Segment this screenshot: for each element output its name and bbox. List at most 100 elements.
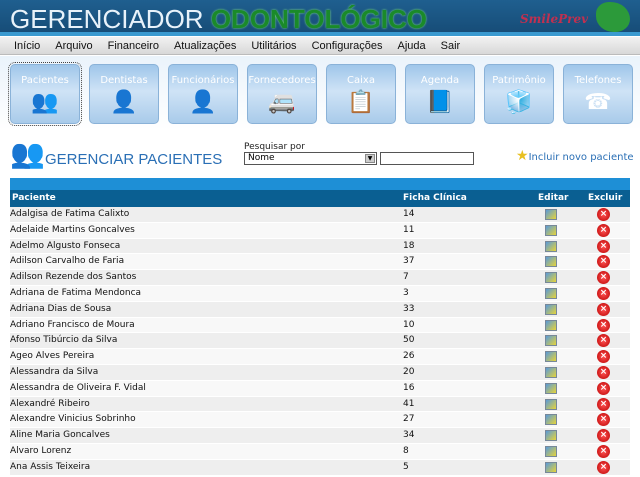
tile-caixa[interactable]: Caixa 📋 bbox=[326, 64, 396, 124]
menu-item-1[interactable]: Arquivo bbox=[55, 37, 92, 54]
delete-icon[interactable]: × bbox=[597, 334, 610, 348]
menu-item-4[interactable]: Utilitários bbox=[251, 37, 296, 54]
patient-name[interactable]: Adriana Dias de Sousa bbox=[10, 302, 111, 318]
delete-icon[interactable]: × bbox=[597, 350, 610, 364]
table-row: Alexandré Ribeiro 41 × bbox=[10, 396, 630, 413]
delete-icon[interactable]: × bbox=[597, 365, 610, 379]
delete-icon[interactable]: × bbox=[597, 413, 610, 427]
patient-name[interactable]: Adriana de Fatima Mendonca bbox=[10, 286, 141, 302]
tile-icon: 🚐 bbox=[268, 90, 296, 115]
patient-name[interactable]: Afonso Tibúrcio da Silva bbox=[10, 333, 117, 349]
patient-name[interactable]: Adalgisa de Fatima Calixto bbox=[10, 207, 129, 223]
delete-icon[interactable]: × bbox=[597, 255, 610, 269]
ficha-number: 7 bbox=[403, 272, 409, 283]
menu-item-3[interactable]: Atualizações bbox=[174, 37, 236, 54]
edit-icon[interactable] bbox=[545, 240, 557, 252]
tile-dentistas[interactable]: Dentistas 👤 bbox=[89, 64, 159, 124]
patient-name[interactable]: Aline Maria Goncalves bbox=[10, 428, 110, 444]
edit-icon[interactable] bbox=[545, 303, 557, 315]
delete-icon[interactable]: × bbox=[597, 302, 610, 316]
search-field-select[interactable]: Nome ▼ bbox=[244, 152, 377, 165]
table-row: Adriana Dias de Sousa 33 × bbox=[10, 301, 630, 318]
patient-name[interactable]: Ana Assis Teixeira bbox=[10, 460, 90, 476]
patient-name[interactable]: Adelaide Martins Goncalves bbox=[10, 223, 135, 239]
delete-icon[interactable]: × bbox=[597, 460, 610, 474]
table-row: Afonso Tibúrcio da Silva 50 × bbox=[10, 333, 630, 350]
delete-icon[interactable]: × bbox=[597, 397, 610, 411]
ficha-number: 16 bbox=[403, 382, 415, 393]
ficha-number: 5 bbox=[403, 461, 409, 472]
ficha-number: 3 bbox=[403, 287, 409, 298]
add-patient-link[interactable]: ★Incluir novo paciente bbox=[516, 148, 634, 164]
edit-icon[interactable] bbox=[545, 256, 557, 268]
header-editar: Editar bbox=[538, 193, 569, 203]
table-row: Aline Maria Goncalves 34 × bbox=[10, 428, 630, 444]
tile-fornecedores[interactable]: Fornecedores 🚐 bbox=[247, 64, 317, 124]
table-row: Alexandre Vinicius Sobrinho 27 × bbox=[10, 412, 630, 429]
menu-item-6[interactable]: Ajuda bbox=[398, 37, 426, 54]
delete-icon[interactable]: × bbox=[597, 239, 610, 253]
patient-name[interactable]: Alexandre Vinicius Sobrinho bbox=[10, 412, 136, 428]
edit-icon[interactable] bbox=[545, 414, 557, 426]
patient-name[interactable]: Adilson Carvalho de Faria bbox=[10, 254, 124, 270]
edit-icon[interactable] bbox=[545, 272, 557, 284]
table-row: Adilson Carvalho de Faria 37 × bbox=[10, 254, 630, 271]
tile-patrimônio[interactable]: Patrimônio 🧊 bbox=[484, 64, 554, 124]
tile-label: Caixa bbox=[347, 75, 375, 86]
menu-item-7[interactable]: Sair bbox=[441, 37, 461, 54]
menu-item-2[interactable]: Financeiro bbox=[108, 37, 159, 54]
chevron-down-icon[interactable]: ▼ bbox=[365, 154, 375, 163]
table-row: Ageo Alves Pereira 26 × bbox=[10, 349, 630, 365]
table-header: Paciente Ficha Clínica Editar Excluir bbox=[10, 190, 630, 207]
delete-icon[interactable]: × bbox=[597, 444, 610, 458]
table-row: Adriana de Fatima Mendonca 3 × bbox=[10, 285, 630, 302]
edit-icon[interactable] bbox=[545, 445, 557, 457]
header-ficha[interactable]: Ficha Clínica bbox=[403, 190, 467, 207]
table-row: Adilson Rezende dos Santos 7 × bbox=[10, 270, 630, 286]
delete-icon[interactable]: × bbox=[597, 286, 610, 300]
edit-icon[interactable] bbox=[545, 319, 557, 331]
edit-icon[interactable] bbox=[545, 224, 557, 236]
tile-pacientes[interactable]: Pacientes 👥 bbox=[8, 62, 82, 126]
header-excluir: Excluir bbox=[588, 193, 623, 203]
edit-icon[interactable] bbox=[545, 382, 557, 394]
delete-icon[interactable]: × bbox=[597, 223, 610, 237]
patient-name[interactable]: Alessandra de Oliveira F. Vidal bbox=[10, 381, 146, 397]
edit-icon[interactable] bbox=[545, 366, 557, 378]
edit-icon[interactable] bbox=[545, 461, 557, 473]
menu-item-5[interactable]: Configurações bbox=[312, 37, 383, 54]
page-title: GERENCIAR PACIENTES bbox=[45, 151, 223, 168]
ficha-number: 18 bbox=[403, 240, 415, 251]
edit-icon[interactable] bbox=[545, 209, 557, 220]
patient-name[interactable]: Ageo Alves Pereira bbox=[10, 349, 94, 365]
delete-icon[interactable]: × bbox=[597, 208, 610, 221]
edit-icon[interactable] bbox=[545, 287, 557, 299]
edit-icon[interactable] bbox=[545, 335, 557, 347]
delete-icon[interactable]: × bbox=[597, 429, 610, 443]
delete-icon[interactable]: × bbox=[597, 271, 610, 285]
edit-icon[interactable] bbox=[545, 351, 557, 363]
header-paciente[interactable]: Paciente bbox=[12, 190, 56, 207]
patient-name[interactable]: Alexandré Ribeiro bbox=[10, 397, 90, 413]
tile-funcionários[interactable]: Funcionários 👤 bbox=[168, 64, 238, 124]
delete-icon[interactable]: × bbox=[597, 318, 610, 332]
tile-telefones[interactable]: Telefones ☎ bbox=[563, 64, 633, 124]
edit-icon[interactable] bbox=[545, 430, 557, 442]
module-toolbar: Pacientes 👥 Dentistas 👤 Funcionários 👤 Fornece… bbox=[0, 56, 640, 130]
search-input[interactable] bbox=[380, 152, 474, 165]
patient-name[interactable]: Adriano Francisco de Moura bbox=[10, 318, 135, 334]
patient-name[interactable]: Adilson Rezende dos Santos bbox=[10, 270, 136, 286]
edit-icon[interactable] bbox=[545, 398, 557, 410]
menu-item-0[interactable]: Início bbox=[14, 37, 40, 54]
patient-name[interactable]: Adelmo Algusto Fonseca bbox=[10, 239, 120, 255]
ficha-number: 33 bbox=[403, 303, 415, 314]
patients-icon: 👥 bbox=[10, 137, 45, 170]
patient-name[interactable]: Alvaro Lorenz bbox=[10, 444, 71, 460]
tile-agenda[interactable]: Agenda 📘 bbox=[405, 64, 475, 124]
title-part1: GERENCIADOR bbox=[10, 4, 204, 34]
delete-icon[interactable]: × bbox=[597, 381, 610, 395]
table-row: Adelaide Martins Goncalves 11 × bbox=[10, 222, 630, 239]
patient-name[interactable]: Alessandra da Silva bbox=[10, 365, 98, 381]
tile-label: Funcionários bbox=[171, 75, 235, 86]
table-row: Alessandra da Silva 20 × bbox=[10, 364, 630, 381]
